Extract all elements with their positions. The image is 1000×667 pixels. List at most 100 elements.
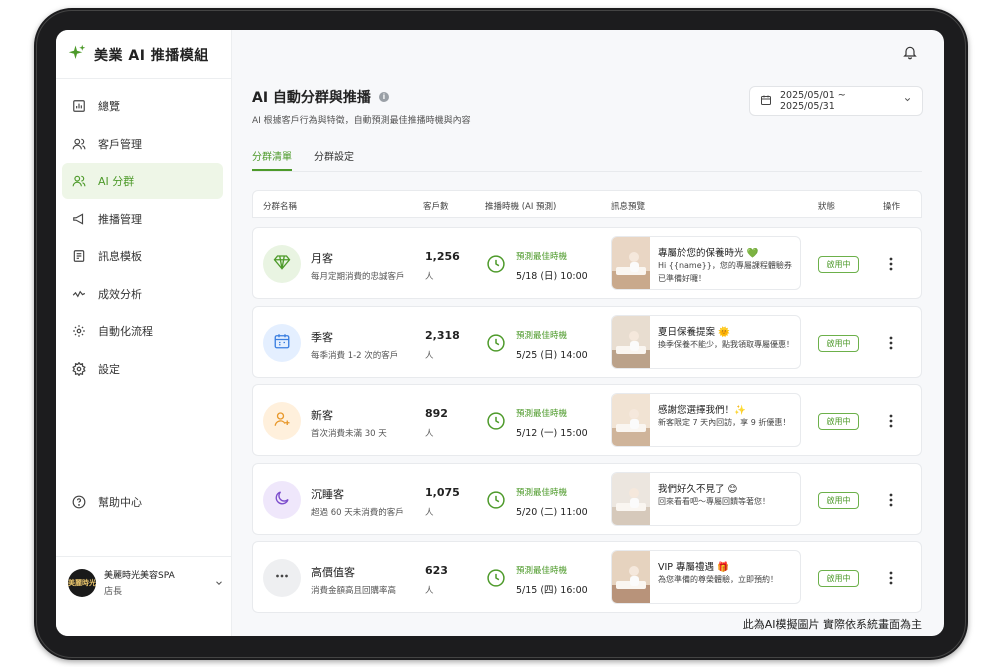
status-badge[interactable]: 啟用中 xyxy=(818,413,859,430)
segment-description: 每季消費 1-2 次的客戶 xyxy=(311,350,399,361)
info-icon[interactable]: i xyxy=(378,92,389,102)
main-content: AI 自動分群與推播 i AI 根據客戶行為與特徵，自動預測最佳推播時機與內容 … xyxy=(232,30,944,636)
gear-icon xyxy=(72,361,86,376)
sidebar-item-label: AI 分群 xyxy=(98,175,135,188)
help-section: 幫助中心 xyxy=(62,484,223,522)
preview-thumbnail xyxy=(612,315,650,368)
table-row[interactable]: 高價值客 消費金額高且回購率高 623 人 預測最佳時機 5/15 (四) 16:00 VI… xyxy=(252,541,922,613)
sidebar-item-2[interactable]: AI 分群 xyxy=(62,163,223,199)
customer-count: 1,075 xyxy=(425,485,460,499)
app-title: 美業 AI 推播模組 xyxy=(94,48,209,64)
more-actions-icon[interactable] xyxy=(883,333,899,353)
moon-icon xyxy=(273,489,291,511)
dashboard-icon xyxy=(72,99,86,113)
preview-body: 新客限定 7 天內回訪，享 9 折優惠！ xyxy=(658,418,791,427)
date-range-picker[interactable]: 2025/05/01 ~ 2025/05/31 xyxy=(749,86,923,116)
customer-count: 892 xyxy=(425,407,448,420)
preview-thumbnail xyxy=(612,472,650,525)
clock-icon xyxy=(486,490,506,514)
clock-icon xyxy=(486,254,506,278)
sidebar-item-help[interactable]: 幫助中心 xyxy=(62,484,223,520)
users-icon xyxy=(72,137,86,151)
message-preview[interactable]: VIP 專屬禮遇 🎁 為您準備的尊榮體驗，立即預約！ xyxy=(611,550,801,604)
sidebar-item-5[interactable]: 成效分析 xyxy=(62,276,223,312)
status-badge[interactable]: 啟用中 xyxy=(818,256,859,273)
avatar: 美麗時光 xyxy=(68,568,96,597)
clock-icon xyxy=(486,333,506,357)
segment-icon xyxy=(263,480,301,519)
user-plus-icon xyxy=(273,410,291,432)
table-row[interactable]: 月客 每月定期消費的忠誠客戶 1,256 人 預測最佳時機 5/18 (日) 10:00 專… xyxy=(252,227,922,299)
sidebar-item-6[interactable]: 自動化流程 xyxy=(62,313,223,349)
dots-icon xyxy=(273,567,291,589)
sidebar-item-7[interactable]: 設定 xyxy=(62,351,223,387)
preview-title: 我們好久不見了 😊 xyxy=(658,483,738,495)
segment-description: 首次消費未滿 30 天 xyxy=(311,429,387,439)
sidebar-item-4[interactable]: 訊息模板 xyxy=(62,238,223,274)
chevron-down-icon[interactable] xyxy=(214,573,224,592)
page-title-row: AI 自動分群與推播 i xyxy=(252,87,389,107)
message-preview[interactable]: 專屬於您的保養時光 💚 Hi {{name}}，您的專屬課程體驗券已準備好囉！ xyxy=(611,236,801,290)
customer-count-unit: 人 xyxy=(425,586,434,596)
user-profile[interactable]: 美麗時光 美麗時光美容SPA 店長 xyxy=(68,568,224,597)
predicted-time: 5/25 (日) 14:00 xyxy=(516,349,588,361)
customer-count: 2,318 xyxy=(425,328,460,342)
customer-count-unit: 人 xyxy=(425,507,434,518)
table-row[interactable]: 新客 首次消費未滿 30 天 892 人 預測最佳時機 5/12 (一) 15:00 感謝您… xyxy=(252,384,922,456)
sidebar-item-3[interactable]: 推播管理 xyxy=(62,201,223,237)
segment-name: 月客 xyxy=(311,252,333,265)
clock-icon xyxy=(486,411,506,435)
calendar-icon xyxy=(273,332,291,354)
tab-bar: 分群清單 分群設定 xyxy=(252,148,922,172)
sidebar-item-label: 自動化流程 xyxy=(98,325,153,338)
predicted-time-label: 預測最佳時機 xyxy=(516,566,568,576)
preview-title: 專屬於您的保養時光 💚 xyxy=(658,248,759,259)
preview-title: 夏日保養提案 🌞 xyxy=(658,326,730,338)
automation-icon xyxy=(72,324,86,338)
analytics-icon xyxy=(72,287,86,301)
predicted-time-label: 預測最佳時機 xyxy=(516,330,568,341)
app-screen: 美業 AI 推播模組 總覽客戶管理 AI 分群推播管理 訊息模板成效分析自動化流程設… xyxy=(56,30,944,636)
calendar-icon xyxy=(760,94,772,109)
more-actions-icon[interactable] xyxy=(883,490,899,510)
table-row[interactable]: 季客 每季消費 1-2 次的客戶 2,318 人 預測最佳時機 5/25 (日) 14:0… xyxy=(252,305,922,378)
preview-thumbnail xyxy=(612,237,650,289)
preview-thumbnail xyxy=(612,394,650,446)
sidebar-nav: 總覽客戶管理 AI 分群推播管理 訊息模板成效分析自動化流程設定 xyxy=(62,88,223,388)
more-actions-icon[interactable] xyxy=(883,411,899,431)
disclaimer: 此為AI模擬圖片 實際依系統畫面為主 xyxy=(742,618,922,631)
users-icon xyxy=(72,174,86,188)
sidebar-item-0[interactable]: 總覽 xyxy=(62,88,223,124)
message-preview[interactable]: 夏日保養提案 🌞 換季保養不能少，點我領取專屬優惠！ xyxy=(611,314,801,369)
brand[interactable]: 美業 AI 推播模組 xyxy=(68,44,209,66)
tab-segment-settings[interactable]: 分群設定 xyxy=(314,148,354,171)
help-icon xyxy=(72,495,86,509)
tab-segment-list[interactable]: 分群清單 xyxy=(252,148,292,171)
divider xyxy=(56,556,232,557)
bell-icon[interactable] xyxy=(902,44,918,64)
predicted-time-label: 預測最佳時機 xyxy=(516,409,568,419)
more-actions-icon[interactable] xyxy=(883,254,899,274)
date-range-value: 2025/05/01 ~ 2025/05/31 xyxy=(780,90,846,112)
status-badge[interactable]: 啟用中 xyxy=(818,334,859,352)
segment-name: 新客 xyxy=(311,409,333,422)
sidebar-item-1[interactable]: 客戶管理 xyxy=(62,126,223,162)
diamond-icon xyxy=(273,253,291,275)
megaphone-icon xyxy=(72,212,86,226)
customer-count: 623 xyxy=(425,564,448,577)
sidebar-item-label: 成效分析 xyxy=(98,287,142,301)
preview-body: 為您準備的尊榮體驗，立即預約！ xyxy=(658,575,778,584)
preview-thumbnail xyxy=(612,551,650,603)
segment-name: 高價值客 xyxy=(311,566,355,579)
column-header: 客戶數 xyxy=(423,202,449,212)
message-preview[interactable]: 感謝您選擇我們！✨ 新客限定 7 天內回訪，享 9 折優惠！ xyxy=(611,393,801,447)
message-preview[interactable]: 我們好久不見了 😊 回來看看吧～專屬回饋等著您！ xyxy=(611,471,801,526)
table-row[interactable]: 沉睡客 超過 60 天未消費的客戶 1,075 人 預測最佳時機 5/20 (二) 11:… xyxy=(252,462,922,535)
status-badge[interactable]: 啟用中 xyxy=(818,570,859,587)
chevron-down-icon xyxy=(903,95,912,107)
segment-name: 季客 xyxy=(311,330,333,344)
more-actions-icon[interactable] xyxy=(883,568,899,588)
status-badge[interactable]: 啟用中 xyxy=(818,491,859,509)
segment-name: 沉睡客 xyxy=(311,487,344,501)
sidebar-item-label: 客戶管理 xyxy=(98,137,142,151)
